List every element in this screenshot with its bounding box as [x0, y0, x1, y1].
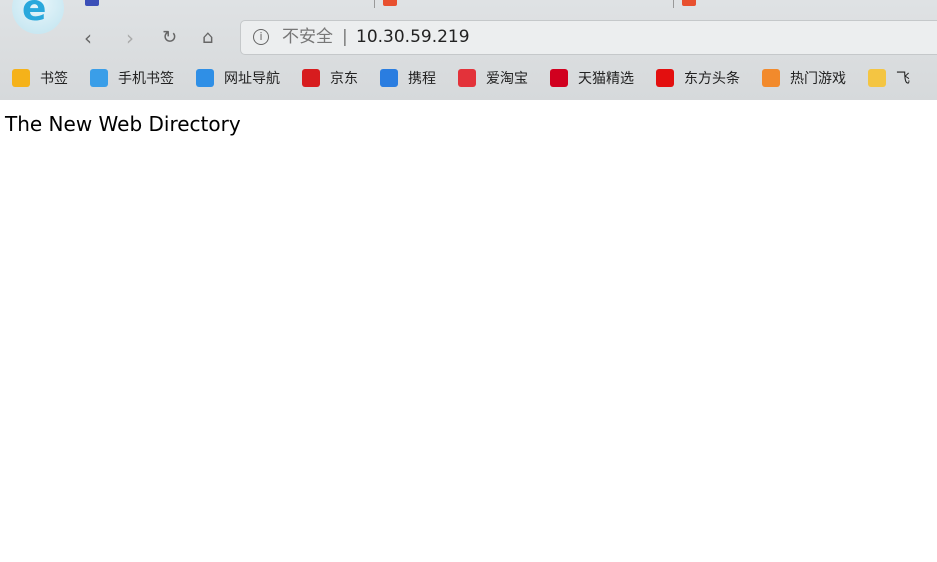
tab[interactable] — [383, 0, 673, 14]
navigation-icon — [196, 69, 214, 87]
bookmark-item[interactable]: 书签 — [12, 66, 68, 90]
fei-icon — [868, 69, 886, 87]
tab[interactable] — [682, 0, 932, 14]
bookmark-item[interactable]: 天猫精选 — [550, 66, 634, 90]
bookmark-item[interactable]: 飞 — [868, 66, 910, 90]
taobao-icon — [458, 69, 476, 87]
bookmark-item[interactable]: 手机书签 — [90, 66, 174, 90]
bookmark-item[interactable]: 京东 — [302, 66, 358, 90]
bookmark-label: 热门游戏 — [790, 71, 846, 87]
address-bar[interactable]: i 不安全 | 10.30.59.219 — [240, 20, 937, 55]
browser-chrome: e ‹ › ↻ ⌂ i 不安全 | 10.30.59.219 书签 手机书签 网址导… — [0, 0, 937, 100]
bookmark-label: 飞 — [896, 71, 910, 87]
bookmark-label: 京东 — [330, 71, 358, 87]
browser-logo-icon: e — [12, 0, 64, 34]
tab-divider — [374, 0, 375, 8]
url-text[interactable]: 10.30.59.219 — [356, 21, 470, 54]
bookmark-label: 书签 — [40, 71, 68, 87]
bookmark-label: 网址导航 — [224, 71, 280, 87]
jd-icon — [302, 69, 320, 87]
page-heading: The New Web Directory — [5, 112, 241, 136]
bookmark-label: 东方头条 — [684, 71, 740, 87]
bookmark-item[interactable]: 东方头条 — [656, 66, 740, 90]
tab-divider — [673, 0, 674, 8]
dftt-icon — [656, 69, 674, 87]
bookmark-item[interactable]: 热门游戏 — [762, 66, 846, 90]
security-label: 不安全 — [282, 27, 333, 47]
tab-favicon-icon — [383, 0, 397, 6]
reload-icon[interactable]: ↻ — [162, 27, 177, 48]
bookmark-item[interactable]: 爱淘宝 — [458, 66, 528, 90]
ctrip-icon — [380, 69, 398, 87]
tab-favicon-icon — [85, 0, 99, 6]
star-icon — [12, 69, 30, 87]
bookmark-item[interactable]: 网址导航 — [196, 66, 280, 90]
divider: | — [342, 27, 348, 47]
bookmarks-bar: 书签 手机书签 网址导航 京东 携程 爱淘宝 天猫精选 东方头条 热门游戏 飞 — [0, 66, 920, 90]
forward-icon[interactable]: › — [126, 26, 134, 50]
info-icon[interactable]: i — [253, 29, 269, 45]
bookmark-label: 天猫精选 — [578, 71, 634, 87]
phone-icon — [90, 69, 108, 87]
tmall-icon — [550, 69, 568, 87]
bookmark-label: 手机书签 — [118, 71, 174, 87]
back-icon[interactable]: ‹ — [84, 26, 92, 50]
tab-favicon-icon — [682, 0, 696, 6]
tab[interactable] — [85, 0, 375, 14]
game-icon — [762, 69, 780, 87]
home-icon[interactable]: ⌂ — [202, 27, 213, 48]
bookmark-label: 携程 — [408, 71, 436, 87]
bookmark-item[interactable]: 携程 — [380, 66, 436, 90]
bookmark-label: 爱淘宝 — [486, 71, 528, 87]
